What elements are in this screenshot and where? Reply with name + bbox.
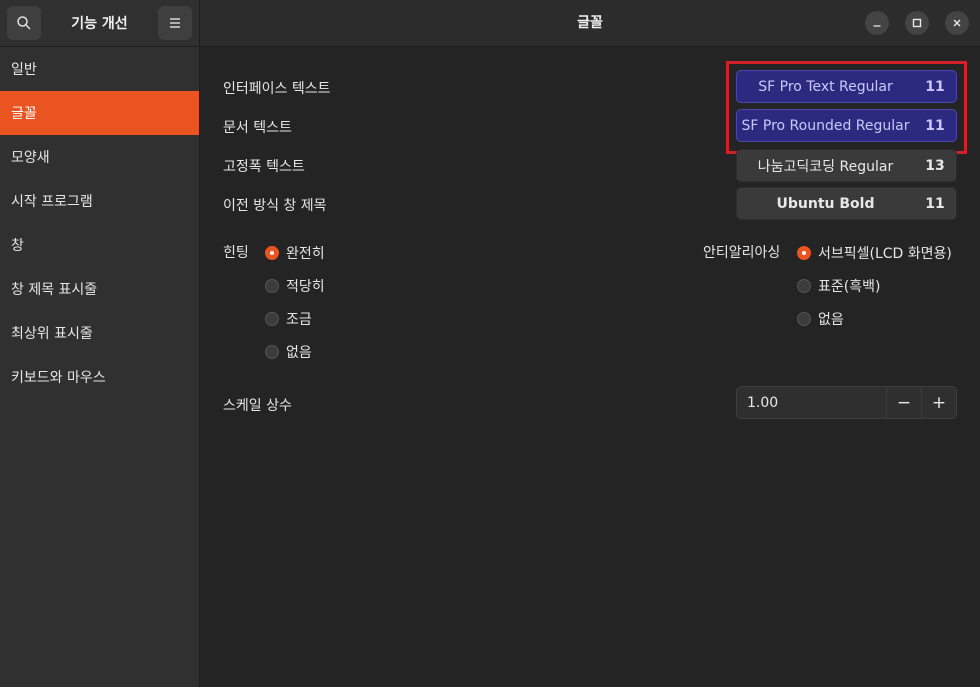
hinting-option-none[interactable]: 없음 <box>265 342 312 362</box>
sidebar-item-label: 창 제목 표시줄 <box>11 282 98 298</box>
radio-label: 없음 <box>818 312 844 328</box>
close-icon <box>953 19 961 27</box>
main-header: 글꼴 <box>200 0 980 47</box>
scale-increase-button[interactable]: + <box>921 387 956 418</box>
hinting-option-slight[interactable]: 조금 <box>265 309 312 329</box>
sidebar-header: 기능 개선 <box>0 0 199 47</box>
close-button[interactable] <box>945 11 969 35</box>
titlebar-font-name: Ubuntu Bold <box>776 195 875 212</box>
app-title: 기능 개선 <box>71 16 128 32</box>
fonts-panel: 인터페이스 텍스트 SF Pro Text Regular 11 문서 텍스트 … <box>200 47 980 687</box>
antialiasing-option-none[interactable]: 없음 <box>797 309 844 329</box>
radio-button[interactable] <box>265 312 279 326</box>
hamburger-menu-icon <box>170 18 180 28</box>
sidebar-item-general[interactable]: 일반 <box>0 47 199 91</box>
sidebar-item-keyboard-mouse[interactable]: 키보드와 마우스 <box>0 355 199 399</box>
scale-label: 스케일 상수 <box>223 398 292 414</box>
hinting-label: 힌팅 <box>223 245 249 261</box>
maximize-button[interactable] <box>905 11 929 35</box>
page-title: 글꼴 <box>577 15 603 31</box>
sidebar-item-label: 키보드와 마우스 <box>11 370 106 386</box>
radio-label: 완전히 <box>286 246 325 262</box>
maximize-icon <box>912 18 922 28</box>
sidebar: 기능 개선 일반 글꼴 모양새 시작 프로그램 창 창 제목 표시줄 최상위 표… <box>0 0 200 687</box>
radio-label: 표준(흑백) <box>818 279 881 295</box>
titlebar-font-size: 11 <box>925 195 945 212</box>
sidebar-item-label: 최상위 표시줄 <box>11 326 93 342</box>
highlight-box <box>726 61 967 154</box>
hinting-option-full[interactable]: 완전히 <box>265 243 325 263</box>
radio-button[interactable] <box>265 279 279 293</box>
search-icon <box>17 16 31 30</box>
monospace-font-size: 13 <box>925 157 945 174</box>
tweaks-window: 기능 개선 일반 글꼴 모양새 시작 프로그램 창 창 제목 표시줄 최상위 표… <box>0 0 980 687</box>
radio-button[interactable] <box>265 345 279 359</box>
search-button[interactable] <box>7 6 41 40</box>
monospace-font-button[interactable]: 나눔고딕코딩 Regular 13 <box>736 149 957 182</box>
titlebar-font-label: 이전 방식 창 제목 <box>223 198 327 214</box>
titlebar-font-button[interactable]: Ubuntu Bold 11 <box>736 187 957 220</box>
main-menu-button[interactable] <box>158 6 192 40</box>
sidebar-item-label: 창 <box>11 238 24 254</box>
radio-button[interactable] <box>797 312 811 326</box>
sidebar-item-window-titlebars[interactable]: 창 제목 표시줄 <box>0 267 199 311</box>
monospace-font-name: 나눔고딕코딩 Regular <box>757 158 894 175</box>
hinting-option-medium[interactable]: 적당히 <box>265 276 325 296</box>
radio-label: 적당히 <box>286 279 325 295</box>
minimize-icon <box>873 25 881 27</box>
sidebar-item-label: 글꼴 <box>11 106 37 122</box>
antialiasing-option-subpixel[interactable]: 서브픽셀(LCD 화면용) <box>797 243 952 263</box>
sidebar-item-top-bar[interactable]: 최상위 표시줄 <box>0 311 199 355</box>
antialiasing-option-standard[interactable]: 표준(흑백) <box>797 276 880 296</box>
monospace-font-label: 고정폭 텍스트 <box>223 159 305 175</box>
scale-decrease-button[interactable]: − <box>886 387 921 418</box>
radio-button[interactable] <box>797 246 811 260</box>
sidebar-item-fonts[interactable]: 글꼴 <box>0 91 199 135</box>
sidebar-item-label: 모양새 <box>11 150 50 166</box>
sidebar-item-windows[interactable]: 창 <box>0 223 199 267</box>
sidebar-item-startup-apps[interactable]: 시작 프로그램 <box>0 179 199 223</box>
sidebar-item-label: 시작 프로그램 <box>11 194 93 210</box>
scale-input[interactable]: 1.00 <box>737 395 886 411</box>
document-font-label: 문서 텍스트 <box>223 120 292 136</box>
interface-font-label: 인터페이스 텍스트 <box>223 81 331 97</box>
radio-label: 서브픽셀(LCD 화면용) <box>818 246 952 262</box>
antialiasing-label: 안티알리아싱 <box>703 245 781 261</box>
scale-spinner: 1.00 − + <box>736 386 957 419</box>
radio-button[interactable] <box>797 279 811 293</box>
radio-button[interactable] <box>265 246 279 260</box>
sidebar-item-appearance[interactable]: 모양새 <box>0 135 199 179</box>
minimize-button[interactable] <box>865 11 889 35</box>
sidebar-item-label: 일반 <box>11 62 37 78</box>
radio-label: 조금 <box>286 312 312 328</box>
radio-label: 없음 <box>286 345 312 361</box>
